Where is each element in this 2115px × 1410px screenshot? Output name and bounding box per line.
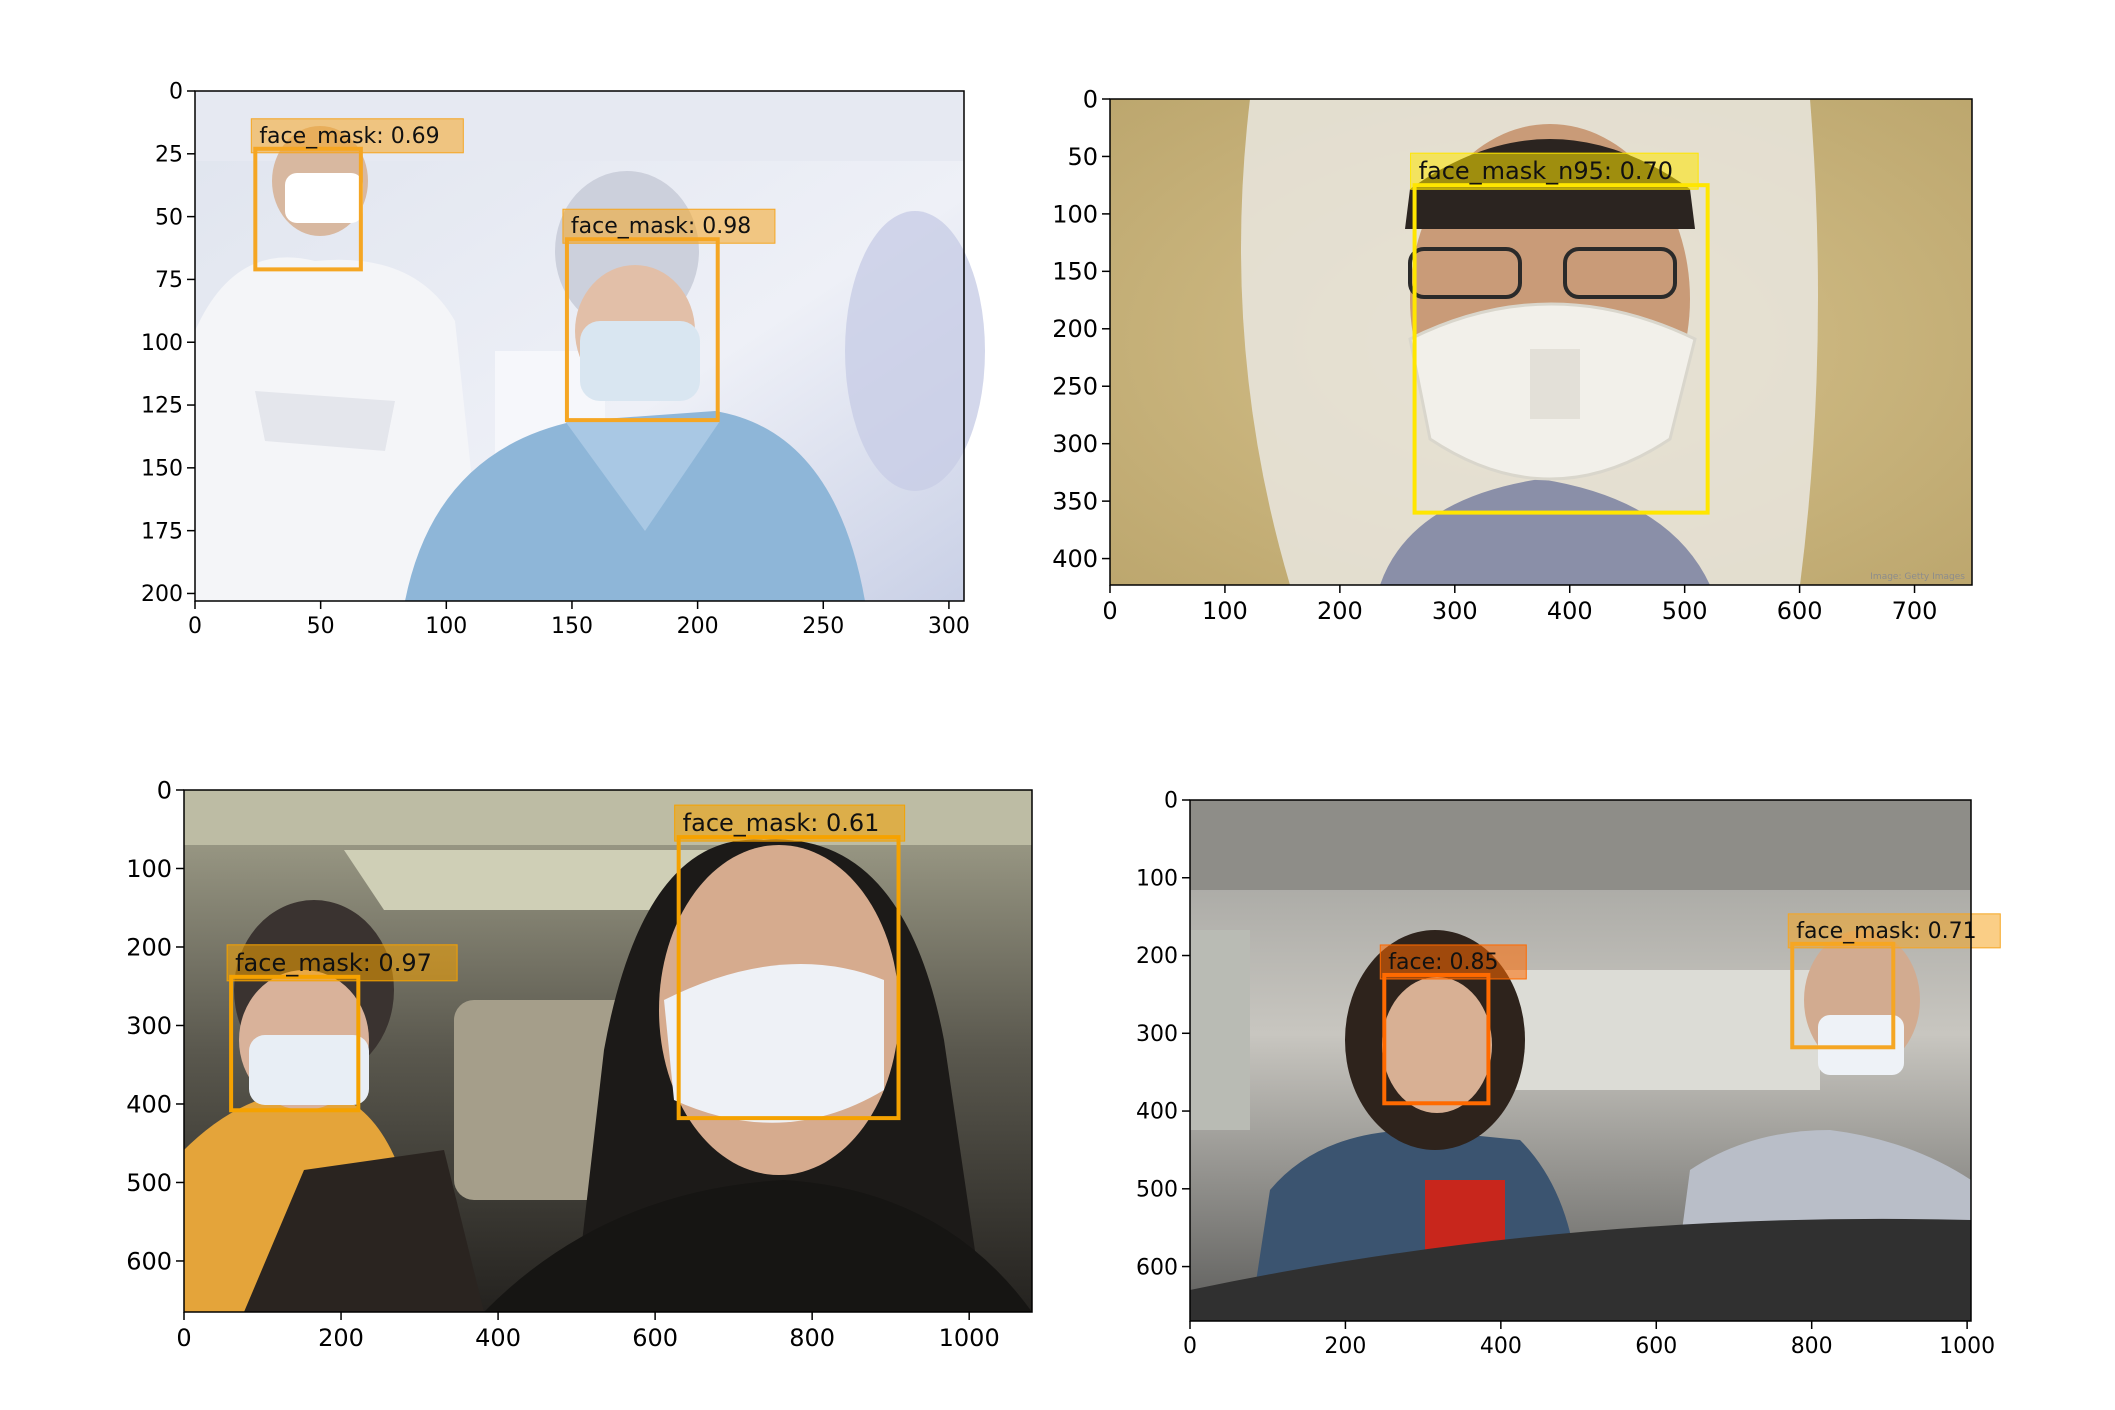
image-frame: face_mask: 0.97 face_mask: 0.61 [184,790,1032,1312]
y-tick-label: 50 [155,205,183,230]
x-tick-label: 1000 [1939,1334,1995,1359]
detection-label: face_mask: 0.69 [259,124,439,149]
y-tick-label: 500 [126,1169,172,1197]
x-tick-label: 0 [188,614,202,639]
detection-label: face_mask: 0.61 [683,809,880,837]
y-axis: 0 100 200 300 400 500 600 [126,776,184,1275]
x-axis: 0 50 100 150 200 250 300 [188,601,970,639]
y-tick-label: 100 [1052,200,1098,228]
x-tick-label: 200 [1317,597,1363,625]
x-tick-label: 400 [1547,597,1593,625]
x-tick-label: 200 [677,614,719,639]
y-tick-label: 300 [1052,430,1098,458]
panel-bottom-right: face: 0.85 face_mask: 0.71 0 200 400 600 800 1… [1136,789,2001,1359]
y-tick-label: 200 [1052,315,1098,343]
y-axis: 0 100 200 300 400 500 600 [1136,789,1190,1280]
y-tick-label: 125 [141,394,183,419]
y-axis: 0 50 100 150 200 250 300 350 400 [1052,85,1110,573]
y-tick-label: 50 [1067,143,1098,171]
y-tick-label: 300 [126,1012,172,1040]
x-tick-label: 0 [1102,597,1117,625]
y-tick-label: 250 [1052,373,1098,401]
detection-label: face_mask: 0.71 [1796,919,1976,944]
detection-label: face_mask_n95: 0.70 [1419,157,1674,185]
y-tick-label: 200 [126,933,172,961]
y-tick-label: 400 [1052,545,1098,573]
x-axis: 0 200 400 600 800 1000 [176,1312,1000,1352]
panel-top-right: Image: Getty Images face_mask_n95: 0.70 … [1052,85,1973,625]
y-tick-label: 175 [141,519,183,544]
x-tick-label: 700 [1892,597,1938,625]
y-tick-label: 150 [141,457,183,482]
x-tick-label: 0 [1183,1334,1197,1359]
y-tick-label: 200 [141,582,183,607]
detection-label: face_mask: 0.98 [571,214,751,239]
x-tick-label: 300 [1432,597,1478,625]
x-tick-label: 0 [176,1324,191,1352]
detection-label: face: 0.85 [1388,950,1498,975]
x-tick-label: 300 [928,614,970,639]
x-axis: 0 200 400 600 800 1000 [1183,1321,1995,1359]
x-tick-label: 500 [1662,597,1708,625]
y-tick-label: 150 [1052,258,1098,286]
y-tick-label: 0 [1083,85,1098,113]
y-tick-label: 600 [126,1247,172,1275]
image-frame: face: 0.85 face_mask: 0.71 [1190,800,2001,1321]
x-tick-label: 600 [1635,1334,1677,1359]
x-axis: 0 100 200 300 400 500 600 700 [1102,585,1937,625]
y-tick-label: 75 [155,268,183,293]
y-tick-label: 0 [1164,789,1178,814]
y-tick-label: 100 [141,331,183,356]
panel-top-left: face_mask: 0.69 face_mask: 0.98 0 50 100 150… [141,80,985,639]
y-tick-label: 400 [1136,1100,1178,1125]
x-tick-label: 200 [318,1324,364,1352]
x-tick-label: 600 [632,1324,678,1352]
x-tick-label: 50 [307,614,335,639]
detection-label: face_mask: 0.97 [235,949,432,977]
y-tick-label: 100 [126,855,172,883]
x-tick-label: 400 [475,1324,521,1352]
y-tick-label: 600 [1136,1255,1178,1280]
y-tick-label: 0 [169,80,183,105]
y-tick-label: 200 [1136,944,1178,969]
y-tick-label: 0 [157,776,172,804]
x-tick-label: 800 [789,1324,835,1352]
x-tick-label: 800 [1791,1334,1833,1359]
x-tick-label: 600 [1777,597,1823,625]
x-tick-label: 1000 [939,1324,1000,1352]
y-tick-label: 500 [1136,1178,1178,1203]
image-frame: Image: Getty Images face_mask_n95: 0.70 [1110,99,1972,585]
y-tick-label: 100 [1136,866,1178,891]
y-tick-label: 350 [1052,488,1098,516]
x-tick-label: 250 [802,614,844,639]
y-axis: 0 25 50 75 100 125 150 175 200 [141,80,195,607]
panel-bottom-left: face_mask: 0.97 face_mask: 0.61 0 200 400 60… [126,776,1033,1352]
x-tick-label: 100 [425,614,467,639]
y-tick-label: 25 [155,143,183,168]
x-tick-label: 100 [1202,597,1248,625]
x-tick-label: 400 [1480,1334,1522,1359]
x-tick-label: 200 [1324,1334,1366,1359]
x-tick-label: 150 [551,614,593,639]
image-frame: face_mask: 0.69 face_mask: 0.98 [195,91,985,601]
watermark-text: Image: Getty Images [1870,572,1965,582]
y-tick-label: 400 [126,1090,172,1118]
y-tick-label: 300 [1136,1022,1178,1047]
